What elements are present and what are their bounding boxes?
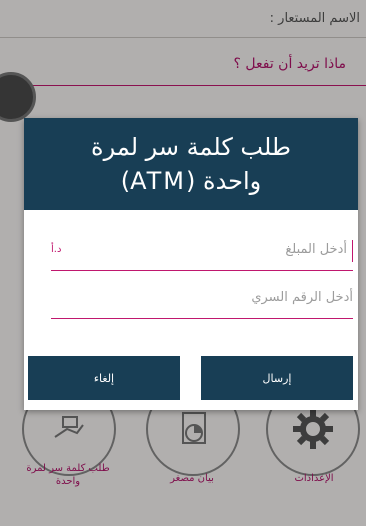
otp-dialog: طلب كلمة سر لمرة واحدة (ATM) أدخل المبلغ… [24,118,358,410]
text-cursor [352,240,353,262]
amount-field[interactable]: أدخل المبلغ د.أ [51,234,353,271]
dialog-header: طلب كلمة سر لمرة واحدة (ATM) [24,118,358,210]
send-button[interactable]: إرسال [201,356,353,400]
pin-field[interactable]: أدخل الرقم السري [51,282,353,319]
dialog-title: طلب كلمة سر لمرة واحدة (ATM) [91,133,291,195]
cancel-button[interactable]: إلغاء [28,356,180,400]
pin-placeholder: أدخل الرقم السري [251,290,353,305]
amount-placeholder: أدخل المبلغ [285,242,347,257]
currency-label: د.أ [51,244,62,255]
